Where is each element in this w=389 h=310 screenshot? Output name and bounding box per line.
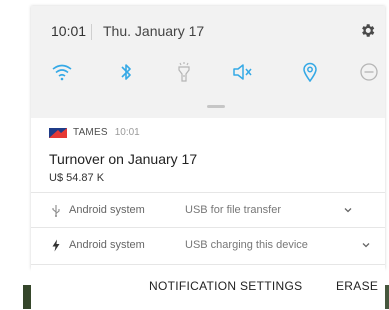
divider [91,24,92,40]
chevron-down-icon[interactable] [343,205,353,215]
gear-icon[interactable] [359,22,376,39]
do-not-disturb-toggle[interactable] [356,59,382,85]
wifi-icon [52,64,72,81]
system-notification-text: USB for file transfer [185,204,281,216]
system-notification-app: Android system [69,239,145,251]
system-notification-usb[interactable]: Android system USB for file transfer [31,192,385,227]
notification-app-name: TAMES [73,127,108,138]
flashlight-toggle[interactable] [171,59,197,85]
sound-off-icon [233,64,252,80]
do-not-disturb-icon [360,63,378,81]
charging-icon [50,238,62,252]
system-notification-charging[interactable]: Android system USB charging this device [31,227,385,262]
bluetooth-toggle[interactable] [113,59,139,85]
system-notification-app: Android system [69,204,145,216]
usb-icon [50,203,62,217]
quick-settings-panel: 10:01 Thu. January 17 [31,6,385,118]
notification-time: 10:01 [114,127,140,138]
flashlight-icon [178,62,190,82]
bluetooth-icon [121,64,131,80]
tames-logo-icon [49,127,67,138]
notification-actions: NOTIFICATION SETTINGS ERASE [31,264,385,310]
date-label: Thu. January 17 [103,23,205,39]
location-icon [303,62,317,82]
clock: 10:01 [51,23,87,39]
chevron-down-icon[interactable] [361,240,371,250]
wifi-toggle[interactable] [49,59,75,85]
app-notification[interactable]: TAMES 10:01 Turnover on January 17 U$ 54… [31,118,385,192]
drag-handle[interactable] [207,105,225,108]
erase-button[interactable]: ERASE [336,279,378,293]
sound-toggle[interactable] [230,59,256,85]
notification-title: Turnover on January 17 [49,151,198,167]
notification-body: U$ 54.87 K [49,172,105,184]
notification-shade: 10:01 Thu. January 17 TAMES 10:01 Turnov… [31,6,385,310]
notification-settings-button[interactable]: NOTIFICATION SETTINGS [149,279,302,293]
location-toggle[interactable] [297,59,323,85]
system-notification-text: USB charging this device [185,239,308,251]
